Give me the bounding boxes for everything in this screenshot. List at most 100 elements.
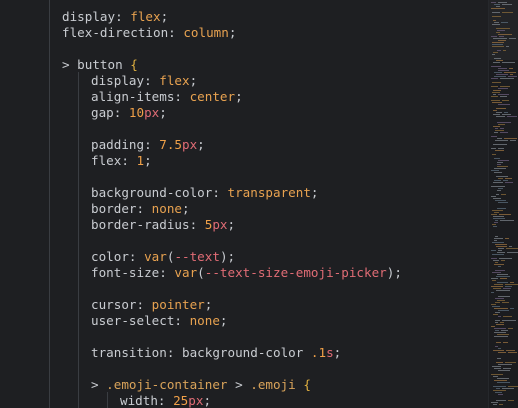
minimap-stroke — [498, 2, 507, 3]
code-line[interactable]: > .emoji-container > .emoji { — [91, 377, 311, 393]
minimap-stroke — [495, 302, 500, 303]
minimap-stroke — [495, 262, 498, 263]
code-token-var: --text — [174, 249, 220, 264]
code-token-punct: : — [136, 297, 152, 312]
minimap-stroke — [491, 286, 503, 287]
minimap-stroke — [505, 182, 513, 183]
minimap-stroke — [499, 214, 511, 215]
minimap-stroke — [501, 260, 505, 261]
code-line[interactable]: width: 25px; — [120, 393, 211, 408]
code-token-punct: ; — [310, 185, 319, 200]
code-token-punct: : — [166, 345, 182, 360]
minimap-stroke — [491, 258, 497, 259]
code-line[interactable]: gap: 10px; — [91, 105, 167, 121]
code-line[interactable]: color: var(--text); — [91, 249, 235, 265]
minimap-stroke — [496, 32, 500, 33]
minimap-stroke — [500, 96, 507, 97]
minimap-stroke — [497, 208, 506, 209]
code-token-prop: display — [62, 9, 116, 24]
minimap-stroke — [498, 160, 509, 161]
minimap-stroke — [494, 328, 506, 329]
minimap-stroke — [493, 404, 497, 405]
code-token-sel: > — [227, 377, 251, 392]
code-line[interactable]: flex-direction: column; — [62, 25, 236, 41]
code-line[interactable]: background-color: transparent; — [91, 185, 319, 201]
minimap-stroke — [492, 44, 503, 45]
minimap-stroke — [498, 352, 506, 353]
minimap-stroke — [492, 16, 501, 17]
minimap-stroke — [497, 334, 509, 335]
minimap-stroke — [497, 252, 505, 253]
minimap-stroke — [493, 260, 499, 261]
minimap-stroke — [492, 254, 504, 255]
minimap-stroke — [494, 132, 498, 133]
minimap-stroke — [506, 46, 509, 47]
minimap-stroke — [491, 100, 500, 101]
minimap-stroke — [495, 298, 504, 299]
code-token-punct: : — [144, 137, 160, 152]
code-line[interactable]: font-size: var(--text-size-emoji-picker)… — [91, 265, 402, 281]
minimap-stroke — [492, 272, 501, 273]
code-line[interactable]: cursor: pointer; — [91, 297, 212, 313]
minimap-stroke — [491, 196, 496, 197]
minimap-stroke — [491, 2, 496, 3]
minimap-stroke — [493, 314, 498, 315]
code-area[interactable]: display: flex; flex-direction: column; > b… — [0, 0, 488, 408]
code-line[interactable]: user-select: none; — [91, 313, 228, 329]
minimap-stroke — [508, 400, 514, 401]
code-token-unit: s — [326, 345, 334, 360]
code-line[interactable]: display: flex; — [91, 73, 197, 89]
minimap-stroke — [502, 62, 515, 63]
minimap-stroke — [497, 138, 502, 139]
code-editor[interactable]: display: flex; flex-direction: column; > b… — [0, 0, 518, 408]
code-line[interactable]: flex: 1; — [91, 153, 152, 169]
minimap-stroke — [495, 270, 505, 271]
code-token-prop: border-radius — [91, 217, 190, 232]
code-token-num: 7.5 — [159, 137, 182, 152]
minimap-stroke — [493, 114, 500, 115]
minimap-stroke — [501, 22, 508, 23]
minimap-stroke — [492, 54, 495, 55]
minimap-stroke — [509, 68, 513, 69]
code-token-kw: flex — [159, 73, 190, 88]
code-line[interactable]: transition: background-color .1s; — [91, 345, 341, 361]
minimap-stroke — [494, 368, 501, 369]
minimap-stroke — [500, 220, 514, 221]
minimap-stroke — [500, 278, 507, 279]
minimap-stroke — [505, 238, 509, 239]
code-line[interactable]: border: none; — [91, 201, 190, 217]
minimap-stroke — [496, 112, 502, 113]
minimap-stroke — [496, 290, 510, 291]
code-token-unit: px — [144, 105, 160, 120]
indent-guide — [107, 392, 108, 408]
minimap-stroke — [492, 306, 500, 307]
minimap-stroke — [493, 350, 504, 351]
minimap-stroke — [510, 74, 513, 75]
minimap-stroke — [503, 180, 508, 181]
minimap-stroke — [491, 278, 498, 279]
minimap-stroke — [497, 300, 505, 301]
minimap-stroke — [491, 402, 498, 403]
minimap[interactable] — [488, 0, 518, 408]
code-line[interactable]: align-items: center; — [91, 89, 243, 105]
minimap-stroke — [494, 76, 506, 77]
minimap-stroke — [498, 316, 501, 317]
minimap-stroke — [495, 320, 500, 321]
code-line[interactable]: padding: 7.5px; — [91, 137, 205, 153]
code-line[interactable]: border-radius: 5px; — [91, 217, 235, 233]
minimap-stroke — [491, 250, 496, 251]
indent-guide — [49, 0, 50, 408]
minimap-stroke — [491, 170, 499, 171]
minimap-stroke — [497, 50, 501, 51]
minimap-stroke — [498, 40, 506, 41]
code-line[interactable]: display: flex; — [62, 9, 168, 25]
code-token-punct: ; — [144, 153, 152, 168]
minimap-stroke — [493, 226, 497, 227]
code-token-cls: .emoji-container — [106, 377, 228, 392]
code-token-prop: display — [91, 73, 145, 88]
code-line[interactable]: > button { — [62, 57, 138, 73]
minimap-stroke — [491, 292, 494, 293]
minimap-stroke — [507, 252, 518, 253]
minimap-stroke — [496, 246, 507, 247]
minimap-stroke — [491, 86, 498, 87]
